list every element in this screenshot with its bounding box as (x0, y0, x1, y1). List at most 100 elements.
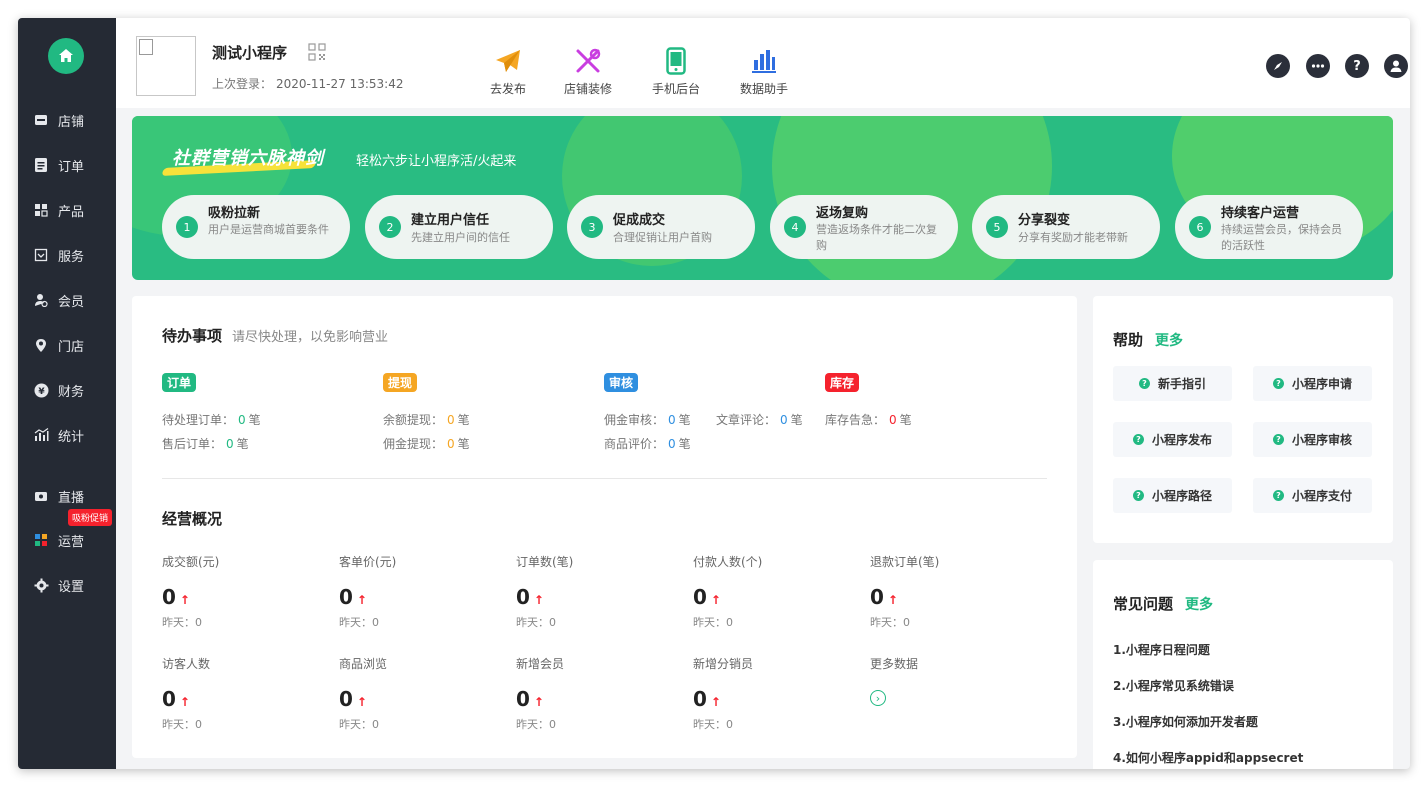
app-name: 测试小程序 (212, 44, 288, 62)
help-icon[interactable]: ? (1345, 54, 1369, 78)
pending-orders[interactable]: 待处理订单： 0 笔 (162, 411, 261, 428)
sidebar-item-live[interactable]: 直播 (18, 481, 116, 511)
up-arrow-icon: ↑ (356, 695, 367, 709)
mobile-admin-button[interactable]: 手机后台 (636, 46, 716, 97)
faq-more-link[interactable]: 更多 (1185, 597, 1213, 613)
balance-withdraw-unit: 笔 (457, 413, 470, 427)
sidebar-item-order[interactable]: 订单 (18, 150, 116, 180)
home-icon (59, 49, 73, 62)
commission-withdraw[interactable]: 佣金提现： 0 笔 (383, 435, 470, 452)
balance-withdraw-value: 0 (447, 413, 455, 427)
store-decoration-label: 店铺装修 (563, 82, 612, 96)
question-icon: ? (1272, 434, 1284, 445)
step-card[interactable]: 5 分享裂变 分享有奖励才能老带新 (972, 195, 1160, 259)
metric-yesterday: 昨天：0 (693, 718, 733, 731)
data-assistant-button[interactable]: 数据助手 (724, 46, 804, 97)
help-button[interactable]: ? 小程序发布 (1113, 422, 1232, 457)
balance-withdraw[interactable]: 余额提现： 0 笔 (383, 411, 470, 428)
section-divider (162, 478, 1047, 479)
step-number: 1 (176, 216, 198, 238)
product-review-label: 商品评价： (604, 437, 665, 451)
sidebar-item-service[interactable]: 服务 (18, 240, 116, 270)
step-description: 持续运营会员，保持会员的活跃性 (1221, 223, 1342, 252)
product-review[interactable]: 商品评价： 0 笔 (604, 435, 691, 452)
home-logo-button[interactable] (48, 38, 84, 74)
sidebar-item-settings[interactable]: 设置 (18, 570, 116, 600)
faq-item[interactable]: 1.小程序日程问题 (1113, 641, 1210, 658)
commission-review[interactable]: 佣金审核： 0 笔 (604, 411, 691, 428)
sidebar-item-finance[interactable]: ¥ 财务 (18, 375, 116, 405)
after-sale-orders[interactable]: 售后订单： 0 笔 (162, 435, 249, 452)
metric-number: 0 (516, 585, 530, 609)
step-title: 建立用户信任 (411, 213, 490, 228)
data-assistant-label: 数据助手 (739, 82, 788, 96)
sidebar-item-label: 财务 (58, 384, 85, 400)
commission-review-value: 0 (668, 413, 676, 427)
sidebar-item-operations[interactable]: 运营 (18, 525, 116, 555)
publish-button[interactable]: 去发布 (468, 46, 548, 97)
chat-icon[interactable] (1306, 54, 1330, 78)
metric-number: 0 (516, 687, 530, 711)
faq-item[interactable]: 3.小程序如何添加开发者题 (1113, 713, 1258, 730)
product-icon (33, 202, 49, 218)
compass-icon[interactable] (1266, 54, 1290, 78)
step-card[interactable]: 3 促成成交 合理促销让用户首购 (567, 195, 755, 259)
step-title: 吸粉拉新 (208, 206, 261, 221)
store-icon (33, 112, 49, 128)
help-button[interactable]: ? 小程序审核 (1253, 422, 1372, 457)
help-button[interactable]: ? 小程序支付 (1253, 478, 1372, 513)
stock-alert-label: 库存告急： (825, 413, 886, 427)
help-button-label: 小程序支付 (1291, 489, 1352, 503)
metric-number: 0 (870, 585, 884, 609)
operations-icon (33, 532, 49, 548)
metric-label: 成交额(元) (162, 555, 220, 569)
todo-title-text: 待办事项 (162, 327, 223, 345)
sidebar-item-product[interactable]: 产品 (18, 195, 116, 225)
top-header: 测试小程序 上次登录： 2020-11-27 13:53:42 去发布 店铺装修 … (116, 18, 1410, 108)
metric-yesterday: 昨天：0 (339, 616, 379, 629)
metric-value: 0 ↑ (339, 687, 367, 711)
metric-yesterday: 昨天：0 (339, 718, 379, 731)
article-comment-unit: 笔 (790, 413, 803, 427)
sidebar: 店铺 订单 产品 服务 会员 门店 ¥ 财务 统计 直播 运营 设置 (18, 18, 116, 769)
marketing-banner[interactable]: 社群营销六脉神剑 轻松六步让小程序活/火起来 1 吸粉拉新 用户是运营商城首要条… (132, 116, 1393, 280)
help-button[interactable]: ? 小程序申请 (1253, 366, 1372, 401)
help-button[interactable]: ? 新手指引 (1113, 366, 1232, 401)
stock-alert[interactable]: 库存告急： 0 笔 (825, 411, 912, 428)
user-icon[interactable] (1384, 54, 1408, 78)
help-panel: 帮助 更多 ? 新手指引 ? 小程序申请 ? 小程序发布 ? 小程序审核 ? 小程序路径 ?… (1093, 296, 1393, 543)
last-login: 上次登录： 2020-11-27 13:53:42 (212, 75, 403, 92)
qr-code-icon[interactable] (308, 43, 326, 61)
step-card[interactable]: 6 持续客户运营 持续运营会员，保持会员的活跃性 (1175, 195, 1363, 259)
help-button[interactable]: ? 小程序路径 (1113, 478, 1232, 513)
metric-value: 0 ↑ (693, 687, 721, 711)
help-more-link[interactable]: 更多 (1155, 333, 1183, 349)
help-button-label: 小程序申请 (1291, 377, 1352, 391)
chevron-right-icon[interactable]: › (870, 690, 886, 706)
article-comment[interactable]: 文章评论： 0 笔 (716, 411, 803, 428)
help-title-text: 帮助 (1113, 331, 1144, 349)
faq-item[interactable]: 2.小程序常见系统错误 (1113, 677, 1234, 694)
sidebar-item-label: 统计 (58, 429, 85, 445)
settings-icon (33, 577, 49, 593)
review-tag: 审核 (604, 373, 639, 392)
faq-item[interactable]: 4.如何小程序appid和appsecret (1113, 749, 1303, 766)
metric-number: 0 (693, 585, 707, 609)
step-number: 5 (986, 216, 1008, 238)
sidebar-item-location[interactable]: 门店 (18, 330, 116, 360)
store-decoration-button[interactable]: 店铺装修 (548, 46, 628, 97)
sidebar-item-member[interactable]: 会员 (18, 285, 116, 315)
step-card[interactable]: 1 吸粉拉新 用户是运营商城首要条件 (162, 195, 350, 259)
app-window: 店铺 订单 产品 服务 会员 门店 ¥ 财务 统计 直播 运营 设置 吸粉促销 … (18, 18, 1410, 769)
step-card[interactable]: 4 返场复购 营造返场条件才能二次复购 (770, 195, 958, 259)
step-description: 合理促销让用户首购 (613, 231, 712, 244)
product-review-value: 0 (668, 437, 676, 451)
sidebar-item-stats[interactable]: 统计 (18, 420, 116, 450)
step-card[interactable]: 2 建立用户信任 先建立用户间的信任 (365, 195, 553, 259)
location-icon (33, 337, 49, 353)
sidebar-item-store[interactable]: 店铺 (18, 105, 116, 135)
more-data-label[interactable]: 更多数据 (870, 655, 918, 672)
pending-orders-value: 0 (238, 413, 246, 427)
withdraw-tag: 提现 (383, 373, 418, 392)
step-description: 分享有奖励才能老带新 (1018, 231, 1128, 244)
